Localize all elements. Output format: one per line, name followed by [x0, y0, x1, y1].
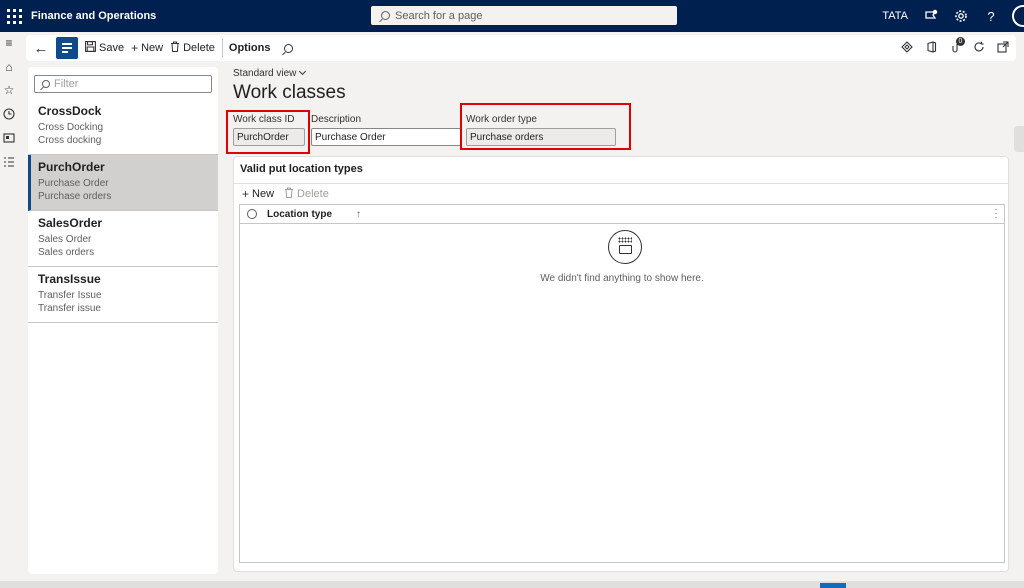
- trash-icon: [170, 41, 180, 55]
- find-search-icon[interactable]: [284, 43, 294, 53]
- sort-ascending-icon[interactable]: ↑: [356, 209, 361, 220]
- filter-search-icon: [42, 80, 50, 88]
- list-item-crossdock[interactable]: CrossDock Cross Docking Cross docking: [28, 99, 218, 155]
- list-item-title: TransIssue: [38, 272, 101, 286]
- user-avatar[interactable]: [1012, 5, 1024, 27]
- power-apps-icon[interactable]: [900, 38, 914, 56]
- favorites-star-icon[interactable]: ☆: [2, 83, 16, 97]
- attachments-icon[interactable]: 0: [948, 37, 965, 56]
- workspaces-icon[interactable]: [2, 131, 16, 145]
- attachments-count-badge: 0: [956, 37, 965, 46]
- more-options-icon[interactable]: · · ·: [994, 205, 998, 223]
- recent-clock-icon[interactable]: [2, 107, 16, 121]
- navigation-rail: ≡ ⌂ ☆: [0, 32, 18, 588]
- list-item-line1: Sales Order: [38, 234, 92, 245]
- column-header-location-type[interactable]: Location type: [267, 209, 332, 220]
- save-icon: [85, 41, 96, 55]
- delete-label: Delete: [183, 42, 215, 54]
- filter-input[interactable]: Filter: [34, 75, 212, 93]
- list-item-salesorder[interactable]: SalesOrder Sales Order Sales orders: [28, 211, 218, 267]
- highlight-box-work-class-id: [226, 110, 310, 154]
- app-launcher-icon[interactable]: [5, 7, 23, 25]
- grid-new-button[interactable]: + New: [242, 187, 274, 201]
- list-toggle-button[interactable]: [56, 37, 78, 59]
- valid-put-location-types-fasttab: Valid put location types + New Delete Lo…: [233, 156, 1009, 572]
- help-icon[interactable]: ?: [982, 7, 1000, 25]
- page-title: Work classes: [233, 82, 346, 103]
- save-button[interactable]: Save: [85, 41, 124, 55]
- settings-gear-icon[interactable]: [952, 7, 970, 25]
- list-item-line1: Cross Docking: [38, 122, 104, 133]
- action-pane: ← Save + New Delete Options 0: [26, 35, 1016, 61]
- list-item-title: SalesOrder: [38, 216, 103, 230]
- home-icon[interactable]: ⌂: [2, 60, 16, 74]
- list-item-line1: Purchase Order: [38, 178, 109, 189]
- new-label: New: [141, 42, 164, 54]
- grid-toolbar: + New Delete: [242, 187, 339, 201]
- top-navigation-bar: Finance and Operations Search for a page…: [0, 0, 1024, 32]
- search-placeholder: Search for a page: [395, 9, 483, 22]
- modules-list-icon[interactable]: [2, 155, 16, 169]
- highlight-box-work-order-type: [460, 103, 631, 150]
- list-item-line2: Transfer issue: [38, 303, 101, 314]
- office-icon[interactable]: [924, 38, 938, 56]
- fasttab-title[interactable]: Valid put location types: [240, 163, 363, 175]
- grid-new-label: New: [252, 188, 275, 200]
- page-search-input[interactable]: Search for a page: [371, 6, 677, 25]
- list-item-line2: Sales orders: [38, 247, 95, 258]
- filter-placeholder: Filter: [54, 78, 79, 90]
- back-arrow-icon[interactable]: ←: [30, 37, 52, 59]
- delete-button[interactable]: Delete: [170, 41, 215, 55]
- grid-delete-label: Delete: [297, 188, 329, 200]
- trash-icon: [284, 187, 294, 201]
- list-item-line1: Transfer Issue: [38, 290, 102, 301]
- taskbar-strip: [0, 581, 1024, 588]
- toolbar-divider: [221, 39, 223, 57]
- list-item-line2: Cross docking: [38, 135, 102, 146]
- plus-icon: +: [242, 187, 250, 201]
- view-selector[interactable]: Standard view: [233, 67, 307, 79]
- list-item-purchorder[interactable]: PurchOrder Purchase Order Purchase order…: [28, 155, 218, 211]
- app-title[interactable]: Finance and Operations: [31, 10, 156, 22]
- open-new-window-icon[interactable]: [996, 38, 1010, 56]
- grid-header-row: Location type ↑ · · ·: [240, 205, 1004, 224]
- search-icon: [381, 11, 390, 20]
- save-label: Save: [99, 42, 125, 54]
- view-name: Standard view: [233, 68, 297, 79]
- description-label: Description: [311, 114, 362, 125]
- list-pane: Filter CrossDock Cross Docking Cross doc…: [28, 67, 218, 574]
- plus-icon: +: [131, 41, 139, 55]
- grid-delete-button[interactable]: Delete: [284, 187, 329, 201]
- fasttab-divider: [234, 183, 1008, 184]
- list-item-transissue[interactable]: TransIssue Transfer Issue Transfer issue: [28, 267, 218, 323]
- side-panel-handle[interactable]: [1014, 126, 1024, 152]
- new-button[interactable]: + New: [131, 41, 163, 55]
- notifications-icon[interactable]: [922, 7, 940, 25]
- select-all-radio[interactable]: [247, 209, 257, 219]
- list-item-line2: Purchase orders: [38, 191, 112, 202]
- empty-state-message: We didn't find anything to show here.: [540, 273, 704, 284]
- chevron-down-icon: [299, 67, 307, 76]
- hamburger-menu-icon[interactable]: ≡: [2, 36, 16, 50]
- refresh-icon[interactable]: [972, 38, 986, 56]
- options-tab[interactable]: Options: [229, 42, 271, 54]
- company-picker[interactable]: TATA: [882, 10, 908, 22]
- empty-folder-icon: [608, 230, 642, 264]
- list-item-title: CrossDock: [38, 104, 102, 118]
- list-item-title: PurchOrder: [38, 160, 105, 174]
- location-types-grid: Location type ↑ · · · We didn't find anyth…: [239, 204, 1005, 563]
- description-field[interactable]: Purchase Order: [311, 128, 461, 146]
